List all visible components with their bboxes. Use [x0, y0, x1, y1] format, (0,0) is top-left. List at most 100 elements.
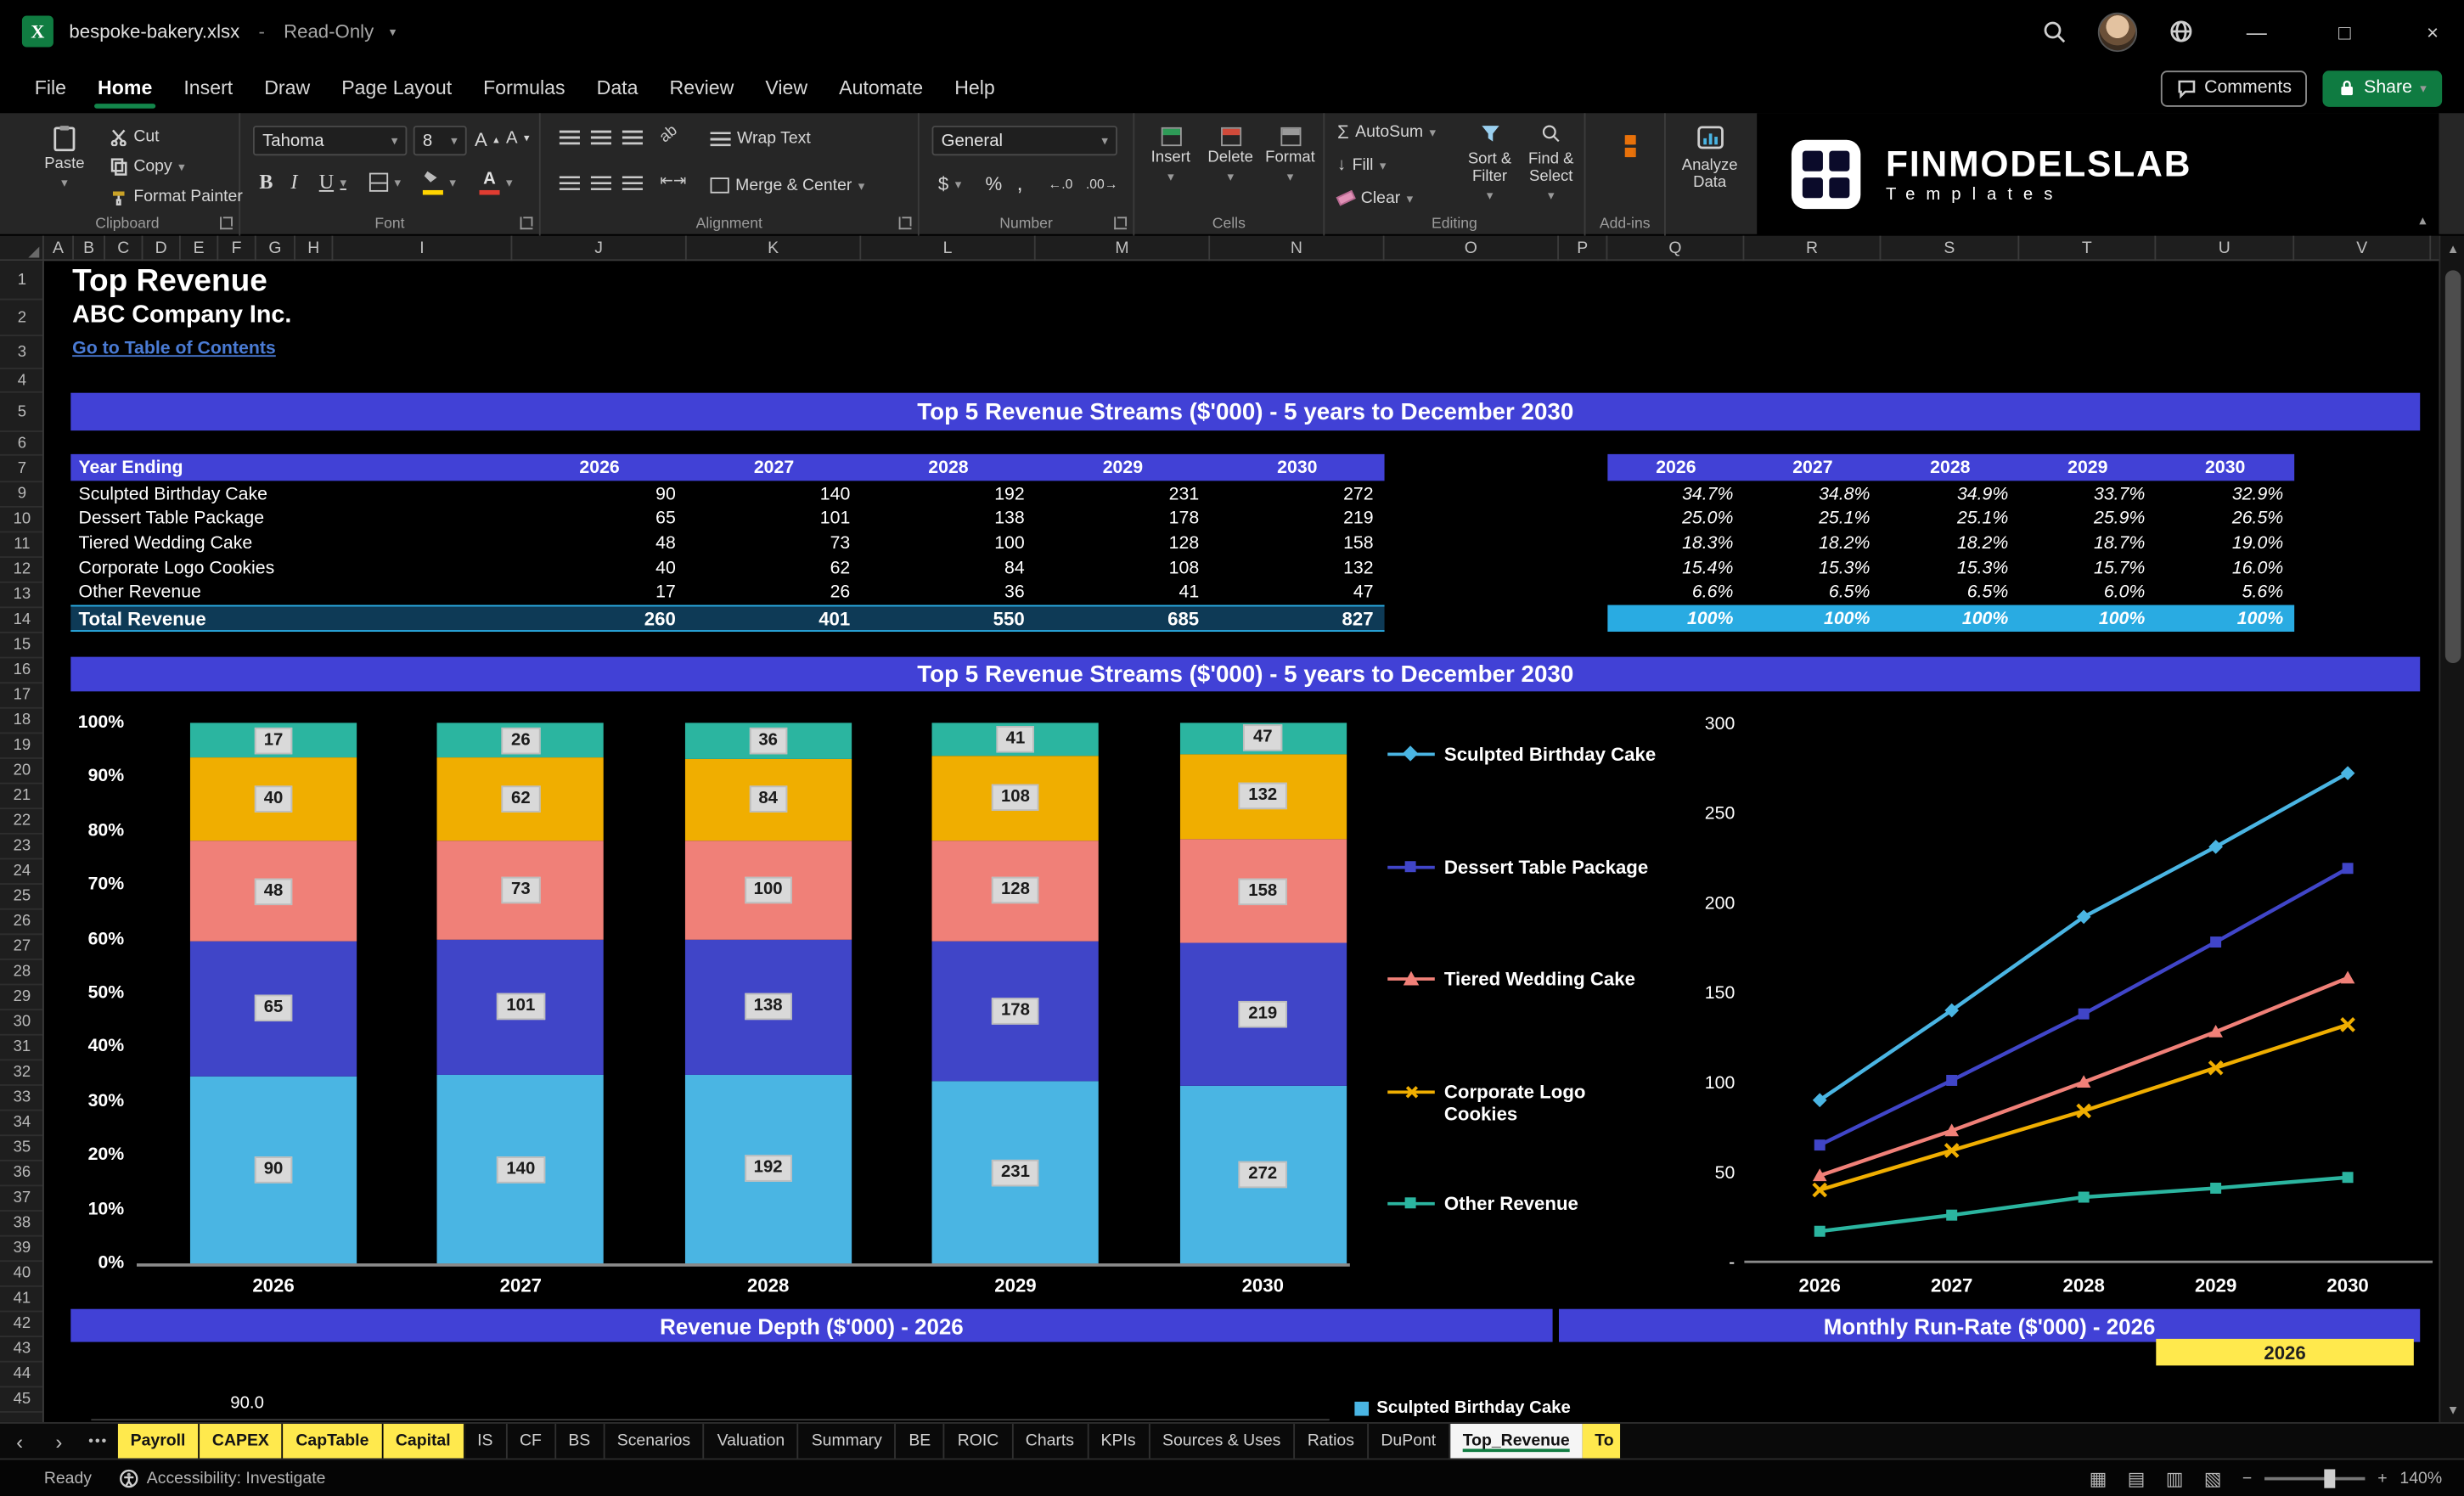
- row-header-20[interactable]: 20: [0, 759, 42, 785]
- increase-font-button[interactable]: A ▴: [475, 129, 499, 151]
- legend-item-sculpted-birthday-cake[interactable]: Sculpted Birthday Cake: [1387, 743, 1664, 766]
- zoom-level[interactable]: 140%: [2399, 1469, 2442, 1488]
- legend-item-corporate-logo-cookies[interactable]: Corporate Logo Cookies: [1387, 1080, 1664, 1126]
- row-header-12[interactable]: 12: [0, 558, 42, 583]
- vertical-scroll-thumb[interactable]: [2444, 270, 2461, 664]
- row-header-36[interactable]: 36: [0, 1161, 42, 1187]
- column-header-C[interactable]: C: [105, 235, 143, 262]
- total-label[interactable]: Total Revenue: [70, 607, 512, 629]
- paste-button[interactable]: Paste ▾: [28, 124, 100, 190]
- autosum-button[interactable]: Σ AutoSum ▾: [1337, 121, 1436, 141]
- fill-button[interactable]: ↓ Fill ▾: [1337, 155, 1386, 174]
- sheet-tab-be[interactable]: BE: [897, 1423, 945, 1459]
- row-header-1[interactable]: 1: [0, 261, 42, 301]
- sheet-tab-to[interactable]: To: [1582, 1423, 1620, 1459]
- currency-button[interactable]: $ ▾: [938, 173, 961, 195]
- format-cells-button[interactable]: Format ▾: [1260, 127, 1319, 184]
- align-center-icon[interactable]: [590, 176, 611, 190]
- cell-percent[interactable]: 6.6%: [1607, 583, 1744, 602]
- cell-percent[interactable]: 25.9%: [2019, 509, 2156, 528]
- cell-percent[interactable]: 6.5%: [1744, 583, 1881, 602]
- pct-year-header-2027[interactable]: 2027: [1744, 458, 1881, 477]
- delete-cells-button[interactable]: Delete ▾: [1201, 127, 1260, 184]
- menu-tab-formulas[interactable]: Formulas: [468, 68, 581, 109]
- page-layout-view-icon[interactable]: ▥: [2166, 1467, 2184, 1489]
- row-header-18[interactable]: 18: [0, 709, 42, 734]
- row-header-15[interactable]: 15: [0, 633, 42, 659]
- zoom-slider-thumb[interactable]: [2324, 1468, 2336, 1488]
- cell-percent[interactable]: 18.2%: [1744, 534, 1881, 553]
- bold-button[interactable]: B: [259, 170, 273, 195]
- runrate-year-cell[interactable]: 2026: [2156, 1338, 2414, 1366]
- sheet-tab-capex[interactable]: CAPEX: [200, 1423, 284, 1459]
- cell-value[interactable]: 132: [1210, 559, 1384, 577]
- minimize-button[interactable]: —: [2225, 0, 2288, 63]
- pct-year-header-2026[interactable]: 2026: [1607, 458, 1744, 477]
- year-header-2028[interactable]: 2028: [861, 458, 1035, 477]
- cell-percent[interactable]: 15.4%: [1607, 559, 1744, 577]
- row-label[interactable]: Dessert Table Package: [70, 509, 512, 528]
- row-header-45[interactable]: 45: [0, 1387, 42, 1413]
- cell-value[interactable]: 100: [861, 534, 1035, 553]
- cell-value[interactable]: 231: [1036, 486, 1210, 504]
- cell-percent[interactable]: 6.5%: [1881, 583, 2019, 602]
- row-header-3[interactable]: 3: [0, 336, 42, 369]
- cell-value[interactable]: 128: [1036, 534, 1210, 553]
- row-header-33[interactable]: 33: [0, 1086, 42, 1111]
- cell-percent[interactable]: 34.8%: [1744, 486, 1881, 504]
- cell-percent[interactable]: 15.7%: [2019, 559, 2156, 577]
- toc-link[interactable]: Go to Table of Contents: [72, 340, 276, 358]
- column-header-P[interactable]: P: [1559, 235, 1608, 262]
- row-label[interactable]: Tiered Wedding Cake: [70, 534, 512, 553]
- cell-percent[interactable]: 15.3%: [1744, 559, 1881, 577]
- cell-percent[interactable]: 26.5%: [2156, 509, 2294, 528]
- total-percent[interactable]: 100%: [1881, 609, 2019, 627]
- sheet-tab-summary[interactable]: Summary: [799, 1423, 897, 1459]
- cell-value[interactable]: 90: [512, 486, 686, 504]
- italic-button[interactable]: I: [290, 170, 297, 195]
- row-header-40[interactable]: 40: [0, 1262, 42, 1287]
- cell-value[interactable]: 73: [687, 534, 861, 553]
- banner-chart-title[interactable]: Top 5 Revenue Streams ($'000) - 5 years …: [70, 656, 2421, 692]
- cell-value[interactable]: 17: [512, 583, 686, 602]
- cell-percent[interactable]: 16.0%: [2156, 559, 2294, 577]
- sheet-tab-payroll[interactable]: Payroll: [117, 1423, 200, 1459]
- zoom-in-button[interactable]: +: [2377, 1469, 2387, 1488]
- row-header-32[interactable]: 32: [0, 1060, 42, 1086]
- close-button[interactable]: ×: [2401, 0, 2464, 63]
- cell-value[interactable]: 47: [1210, 583, 1384, 602]
- collapse-ribbon-icon[interactable]: ▴: [2419, 212, 2426, 229]
- total-value[interactable]: 401: [687, 607, 861, 629]
- scroll-down-icon[interactable]: ▼: [2440, 1397, 2464, 1422]
- company-name[interactable]: ABC Company Inc.: [72, 301, 291, 329]
- cell-percent[interactable]: 6.0%: [2019, 583, 2156, 602]
- clear-button[interactable]: Clear ▾: [1336, 188, 1413, 207]
- column-header-B[interactable]: B: [74, 235, 106, 262]
- align-bottom-icon[interactable]: [622, 130, 643, 145]
- row-header-27[interactable]: 27: [0, 935, 42, 960]
- number-format-select[interactable]: General ▾: [931, 126, 1117, 156]
- sheet-tab-charts[interactable]: Charts: [1013, 1423, 1089, 1459]
- merge-center-button[interactable]: Merge & Center ▾: [710, 176, 864, 194]
- column-header-L[interactable]: L: [861, 235, 1036, 262]
- column-header-D[interactable]: D: [143, 235, 181, 262]
- sheet-tab-ratios[interactable]: Ratios: [1295, 1423, 1369, 1459]
- account-avatar[interactable]: [2097, 11, 2138, 52]
- comma-button[interactable]: ,: [1016, 170, 1022, 195]
- clipboard-dialog-launcher[interactable]: [220, 217, 233, 230]
- alignment-dialog-launcher[interactable]: [898, 217, 912, 230]
- row-header-39[interactable]: 39: [0, 1237, 42, 1263]
- total-value[interactable]: 260: [512, 607, 686, 629]
- total-value[interactable]: 550: [861, 607, 1035, 629]
- addins-button[interactable]: [1614, 135, 1636, 158]
- cell-percent[interactable]: 33.7%: [2019, 486, 2156, 504]
- font-name-select[interactable]: Tahoma ▾: [252, 126, 408, 156]
- total-percent[interactable]: 100%: [2156, 609, 2294, 627]
- fill-color-button[interactable]: ▾: [422, 170, 456, 195]
- row-header-13[interactable]: 13: [0, 583, 42, 609]
- align-middle-icon[interactable]: [590, 130, 611, 145]
- total-percent[interactable]: 100%: [1744, 609, 1881, 627]
- year-ending-label[interactable]: Year Ending: [70, 458, 512, 477]
- cell-percent[interactable]: 25.1%: [1744, 509, 1881, 528]
- total-percent[interactable]: 100%: [2019, 609, 2156, 627]
